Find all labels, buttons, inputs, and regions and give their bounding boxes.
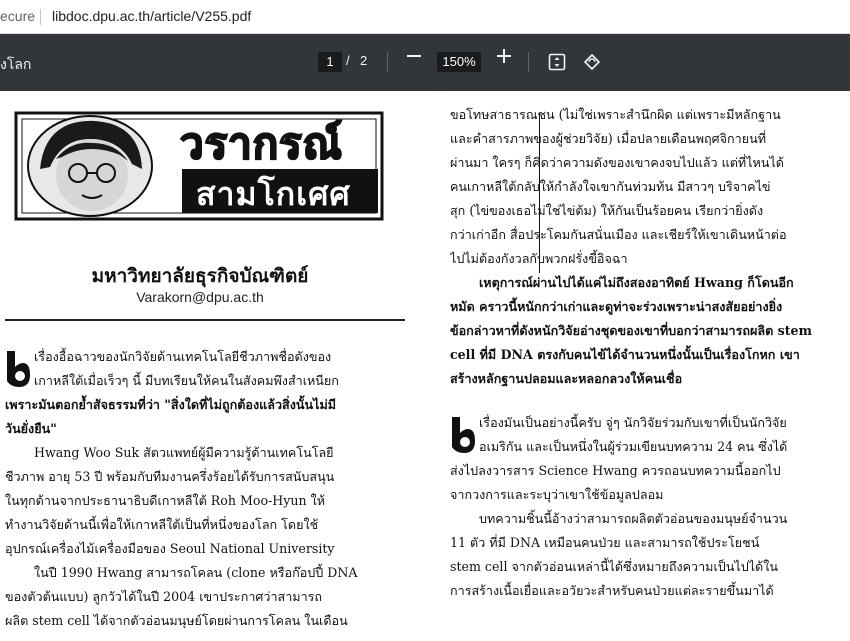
url-text[interactable]: libdoc.dpu.ac.th/article/V255.pdf xyxy=(52,8,251,24)
address-divider xyxy=(40,9,41,25)
right-column: ขอโทษสาธารณชน (ไม่ใช่เพราะสำนึกผิด แต่เพ… xyxy=(450,103,845,603)
logo-name-last: สามโกเศศ xyxy=(196,175,351,213)
text-line: เรื่องมันเป็นอย่างนี้ครับ จู่ๆ นักวิจัยร… xyxy=(479,415,787,430)
text-line: ชีวภาพ อายุ 53 ปี พร้อมกับทีมงานครึ่งร้อ… xyxy=(5,469,335,484)
text-line: กว่าเก่าอีก สื่อประโคมกันสนั่นเมือง และเ… xyxy=(450,227,787,242)
text-line: เรื่องอื้อฉาวของนักวิจัยด้านเทคโนโลยีชีว… xyxy=(34,349,332,364)
text-line: ส่งไปลงวารสาร Science Hwang ควรถอนบทความ… xyxy=(450,463,781,478)
plus-icon xyxy=(497,49,511,63)
text-line: เพราะมันตอกย้ำสัจธรรมที่ว่า "สิ่งใดที่ไม… xyxy=(5,397,337,412)
drop-cap-icon xyxy=(5,349,31,389)
text-line: stem cell จากตัวอ่อนเหล่านี้ได้ซึ่งหมายถ… xyxy=(450,559,778,574)
text-line: ขอโทษสาธารณชน (ไม่ใช่เพราะสำนึกผิด แต่เพ… xyxy=(450,107,781,122)
text-line: อเมริกัน และเป็นหนึ่งในผู้ร่วมเขียนบทควา… xyxy=(479,439,788,454)
author-email: Varakorn@dpu.ac.th xyxy=(136,289,264,305)
text-line: บทความชิ้นนี้อ้างว่าสามารถผลิตตัวอ่อนของ… xyxy=(479,511,788,526)
text-line: สร้างหลักฐานปลอมและหลอกลวงให้คนเชื่อ xyxy=(450,371,683,386)
zoom-out-button[interactable] xyxy=(404,46,424,72)
portrait-image xyxy=(27,115,153,217)
pdf-page: วรากรณ์ สามโกเศศ มหาวิทยาลัยธุรกิจบัณฑิต… xyxy=(0,91,850,641)
text-line: สุก (ไข่ของเธอไม่ใช่ไข่ต้ม) ให้กันเป็นร้… xyxy=(450,203,764,218)
text-line: เหตุการณ์ผ่านไปได้แค่ไม่ถึงสองอาทิตย์ Hw… xyxy=(479,275,794,290)
page-number-input[interactable]: 1 xyxy=(318,52,342,72)
drop-cap-icon xyxy=(450,415,476,455)
page-separator: / xyxy=(346,53,350,68)
total-pages: 2 xyxy=(360,53,368,68)
university-name: มหาวิทยาลัยธุรกิจบัณฑิตย์ xyxy=(91,265,309,287)
text-line: อุปกรณ์เครื่องไม้เครื่องมือของ Seoul Nat… xyxy=(5,541,335,556)
rotate-icon xyxy=(583,53,601,71)
document-title: งโลก xyxy=(0,56,32,72)
column-logo: วรากรณ์ สามโกเศศ xyxy=(10,109,390,224)
text-line: ผลิต stem cell ได้จากตัวอ่อนมนุษย์โดยผ่า… xyxy=(5,613,348,628)
pdf-toolbar: งโลก 1 / 2 150% xyxy=(0,34,850,91)
toolbar-divider xyxy=(528,52,529,72)
text-line: ในทุกด้านจากประธานาธิบดีเกาหลีใต้ Roh Mo… xyxy=(5,493,326,508)
text-line: 11 ตัว ที่มี DNA เหมือนคนป่วย และสามารถใ… xyxy=(450,535,760,550)
text-line: หมัด คราวนี้หนักกว่าเก่าและดูท่าจะร่วงเพ… xyxy=(450,299,783,314)
zoom-input[interactable]: 150% xyxy=(437,52,481,72)
text-line: ในปี 1990 Hwang สามารถโคลน (clone หรือก๊… xyxy=(34,565,358,580)
fit-page-icon xyxy=(548,53,566,71)
text-line: และคำสารภาพของผู้ช่วยวิจัย) เมื่อปลายเดื… xyxy=(450,131,767,146)
text-line: จากวงการและระบุว่าเขาใช้ข้อมูลปลอม xyxy=(450,487,664,502)
fit-page-button[interactable] xyxy=(548,53,566,71)
text-line: ของตัวต้นแบบ) ลูกวัวได้ในปี 2004 เขาประก… xyxy=(5,589,323,604)
text-line: ผ่านมา ใครๆ ก็คิดว่าความดังของเขาคงจบไปแ… xyxy=(450,155,784,170)
zoom-in-button[interactable] xyxy=(494,46,514,72)
header-rule xyxy=(5,319,405,321)
text-line: การสร้างเนื้อเยื่อและอวัยวะสำหรับคนป่วยแ… xyxy=(450,583,774,598)
minus-icon xyxy=(407,55,421,57)
text-cursor xyxy=(539,113,540,273)
text-line: เกาหลีใต้เมื่อเร็วๆ นี้ มีบทเรียนให้คนใน… xyxy=(34,373,339,388)
text-line: วันยั่งยืน" xyxy=(5,421,57,436)
rotate-button[interactable] xyxy=(583,53,601,71)
left-column: เรื่องอื้อฉาวของนักวิจัยด้านเทคโนโลยีชีว… xyxy=(5,345,405,633)
toolbar-divider xyxy=(387,52,388,72)
text-line: Hwang Woo Suk สัตวแพทย์ผู้มีความรู้ด้านเ… xyxy=(34,445,334,460)
text-line: คนเกาหลีใต้กลับให้กำลังใจเขากันท่วมท้น ม… xyxy=(450,179,771,194)
text-line: cell ที่มี DNA ตรงกับคนไข้ได้จำนวนหนึ่งน… xyxy=(450,347,800,362)
text-line: ข้อกล่าวหาที่ดังหนักวิจัยอ่างชุดของเขาที… xyxy=(450,323,812,338)
text-line: ทำงานวิจัยด้านนี้เพื่อให้เกาหลีใต้เป็นที… xyxy=(5,517,319,532)
logo-name-first: วรากรณ์ xyxy=(179,118,343,169)
address-bar[interactable]: ecure libdoc.dpu.ac.th/article/V255.pdf xyxy=(0,0,850,34)
security-label[interactable]: ecure xyxy=(0,8,35,24)
text-line: ไปไม่ต้องกังวลกับพวกฝรั่งขี้อิจฉา xyxy=(450,247,845,271)
